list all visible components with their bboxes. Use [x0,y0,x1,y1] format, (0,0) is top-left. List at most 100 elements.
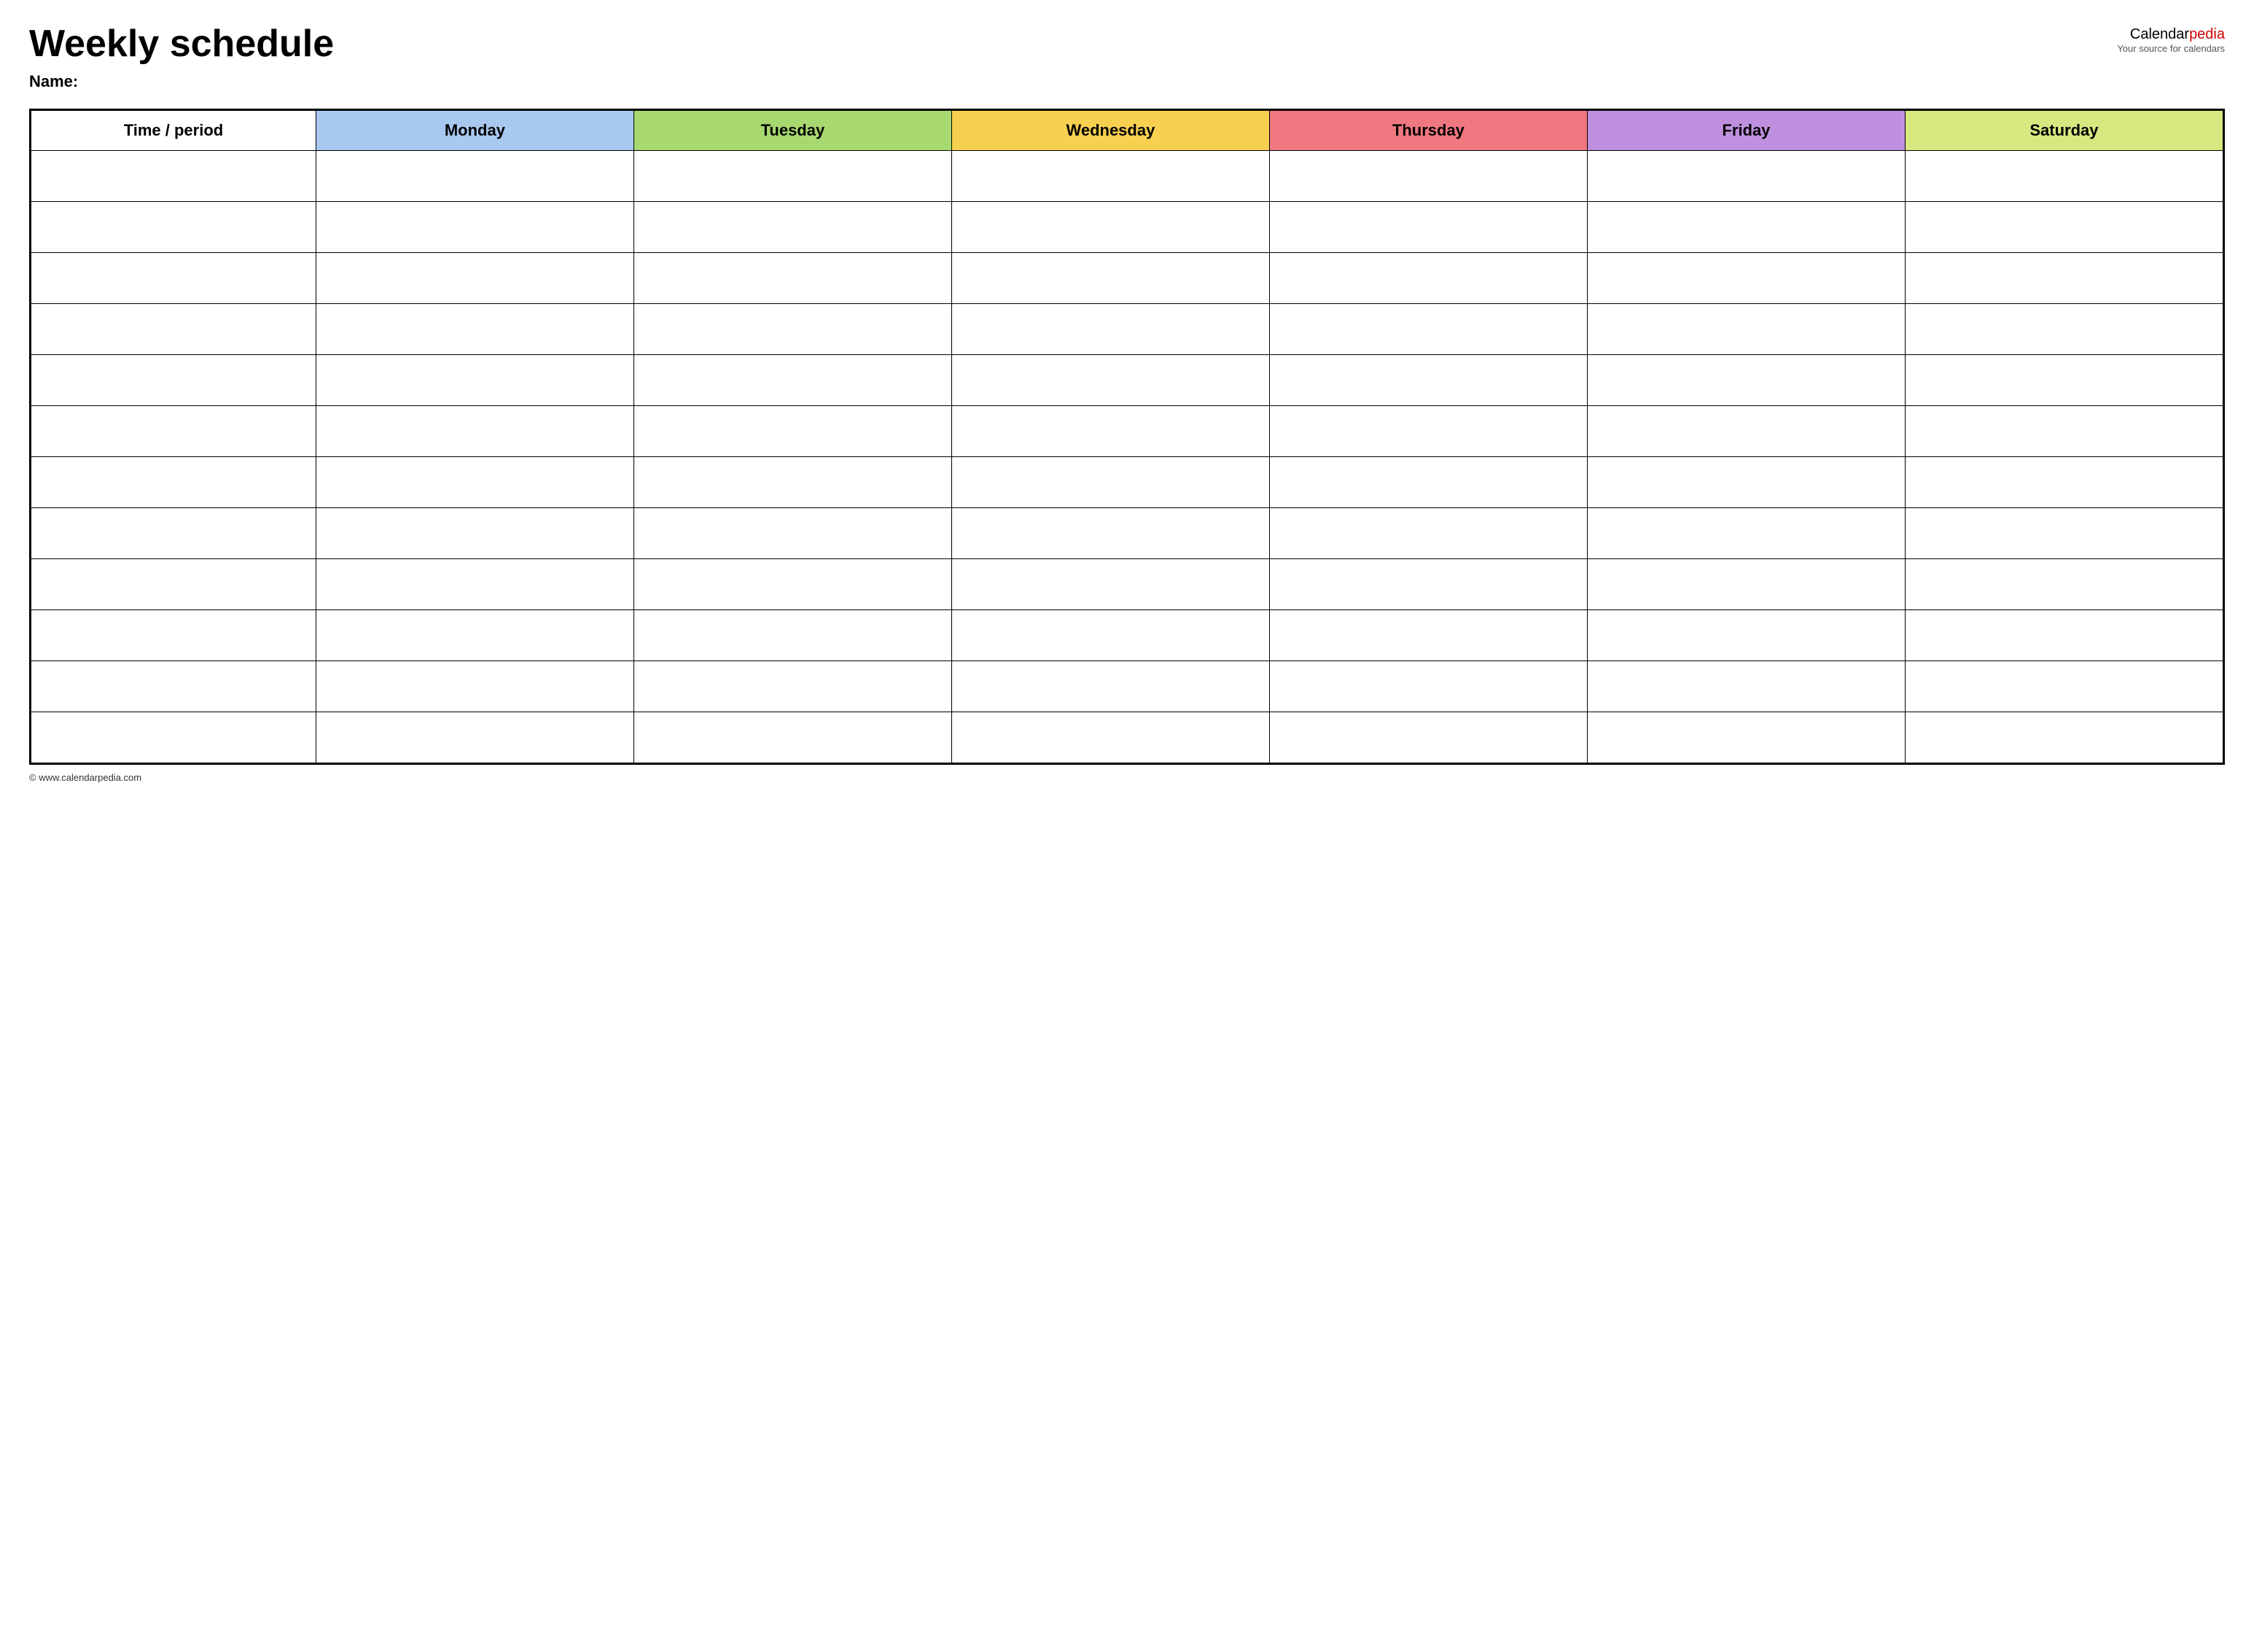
schedule-cell[interactable] [1269,559,1587,610]
schedule-cell[interactable] [633,202,951,253]
schedule-cell[interactable] [951,304,1269,355]
schedule-cell[interactable] [316,457,633,508]
schedule-cell[interactable] [1269,712,1587,763]
time-cell [31,253,316,304]
schedule-cell[interactable] [1269,661,1587,712]
table-row [31,304,2223,355]
schedule-cell[interactable] [1587,661,1905,712]
table-row [31,559,2223,610]
col-header-saturday: Saturday [1905,111,2223,151]
schedule-cell[interactable] [1587,712,1905,763]
schedule-cell[interactable] [633,712,951,763]
col-header-wednesday: Wednesday [951,111,1269,151]
schedule-cell[interactable] [1269,304,1587,355]
schedule-cell[interactable] [633,253,951,304]
schedule-cell[interactable] [633,559,951,610]
schedule-cell[interactable] [1905,661,2223,712]
schedule-cell[interactable] [1905,406,2223,457]
footer: © www.calendarpedia.com [29,772,2225,783]
header-area: Weekly schedule Name: Calendarpedia Your… [29,23,2225,91]
schedule-cell[interactable] [951,712,1269,763]
schedule-cell[interactable] [951,151,1269,202]
table-row [31,712,2223,763]
col-header-time: Time / period [31,111,316,151]
schedule-cell[interactable] [316,253,633,304]
schedule-cell[interactable] [1269,610,1587,661]
schedule-table: Time / period Monday Tuesday Wednesday T… [31,110,2223,763]
schedule-cell[interactable] [1587,202,1905,253]
schedule-cell[interactable] [951,355,1269,406]
schedule-cell[interactable] [633,661,951,712]
schedule-cell[interactable] [951,508,1269,559]
time-cell [31,151,316,202]
time-cell [31,712,316,763]
table-row [31,508,2223,559]
schedule-cell[interactable] [1269,151,1587,202]
schedule-cell[interactable] [1587,457,1905,508]
time-cell [31,202,316,253]
schedule-cell[interactable] [316,508,633,559]
schedule-cell[interactable] [1905,202,2223,253]
schedule-cell[interactable] [1587,406,1905,457]
schedule-cell[interactable] [951,406,1269,457]
schedule-cell[interactable] [1905,253,2223,304]
schedule-cell[interactable] [633,457,951,508]
schedule-cell[interactable] [1587,151,1905,202]
schedule-cell[interactable] [633,610,951,661]
schedule-body [31,151,2223,763]
schedule-cell[interactable] [633,406,951,457]
name-label: Name: [29,72,334,91]
schedule-cell[interactable] [951,559,1269,610]
schedule-cell[interactable] [1269,406,1587,457]
time-cell [31,406,316,457]
schedule-cell[interactable] [1269,253,1587,304]
schedule-cell[interactable] [1905,508,2223,559]
schedule-cell[interactable] [316,712,633,763]
time-cell [31,355,316,406]
schedule-cell[interactable] [951,457,1269,508]
schedule-cell[interactable] [1269,457,1587,508]
schedule-cell[interactable] [1905,355,2223,406]
schedule-cell[interactable] [1905,610,2223,661]
schedule-cell[interactable] [316,355,633,406]
page-title: Weekly schedule [29,23,334,65]
schedule-cell[interactable] [633,151,951,202]
table-row [31,457,2223,508]
schedule-cell[interactable] [1269,508,1587,559]
schedule-cell[interactable] [316,610,633,661]
schedule-cell[interactable] [951,253,1269,304]
schedule-cell[interactable] [1905,559,2223,610]
schedule-cell[interactable] [316,559,633,610]
schedule-cell[interactable] [1905,151,2223,202]
schedule-cell[interactable] [316,406,633,457]
col-header-tuesday: Tuesday [633,111,951,151]
schedule-cell[interactable] [633,304,951,355]
schedule-cell[interactable] [316,661,633,712]
schedule-cell[interactable] [316,151,633,202]
schedule-cell[interactable] [316,202,633,253]
logo-text: Calendarpedia [2117,26,2225,43]
table-row [31,661,2223,712]
schedule-cell[interactable] [1587,304,1905,355]
schedule-cell[interactable] [1905,304,2223,355]
schedule-cell[interactable] [633,508,951,559]
schedule-cell[interactable] [1587,559,1905,610]
schedule-cell[interactable] [951,202,1269,253]
schedule-cell[interactable] [951,661,1269,712]
logo-area: Calendarpedia Your source for calendars [2117,26,2225,54]
schedule-cell[interactable] [1587,508,1905,559]
schedule-cell[interactable] [1587,610,1905,661]
time-cell [31,304,316,355]
schedule-cell[interactable] [1587,253,1905,304]
title-section: Weekly schedule Name: [29,23,334,91]
schedule-cell[interactable] [1905,457,2223,508]
schedule-cell[interactable] [1905,712,2223,763]
schedule-cell[interactable] [633,355,951,406]
schedule-cell[interactable] [1269,355,1587,406]
schedule-cell[interactable] [1587,355,1905,406]
schedule-cell[interactable] [316,304,633,355]
col-header-friday: Friday [1587,111,1905,151]
time-cell [31,559,316,610]
schedule-cell[interactable] [951,610,1269,661]
schedule-cell[interactable] [1269,202,1587,253]
